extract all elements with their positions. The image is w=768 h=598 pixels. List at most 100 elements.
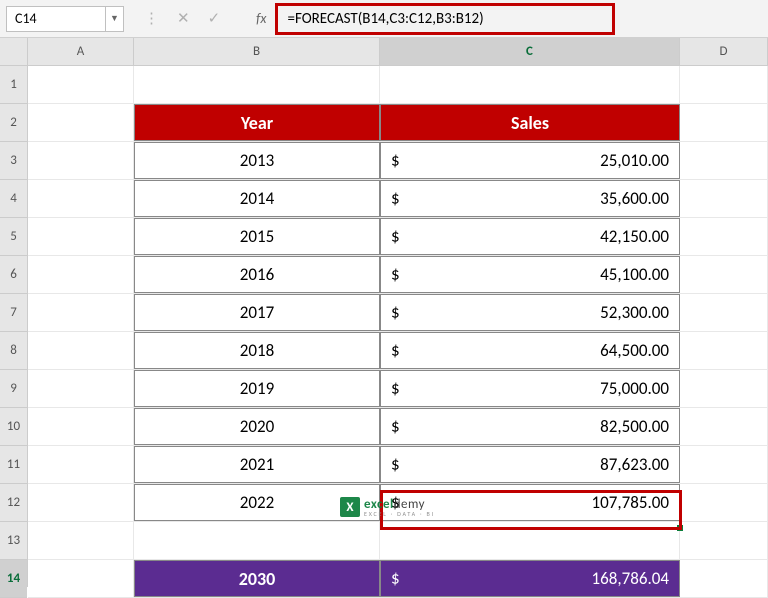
cancel-icon[interactable]: ✕: [177, 9, 190, 28]
cell-year[interactable]: 2018: [134, 332, 380, 369]
row-header-3[interactable]: 3: [0, 142, 27, 180]
cell-year[interactable]: 2014: [134, 180, 380, 217]
cell-sales[interactable]: $52,300.00: [380, 294, 680, 331]
row-5: 2015 $42,150.00: [28, 218, 768, 256]
cell-d6[interactable]: [680, 256, 768, 293]
cell-b1[interactable]: [134, 66, 380, 103]
cell-b13[interactable]: [134, 522, 380, 559]
row-8: 2018 $64,500.00: [28, 332, 768, 370]
cell-d12[interactable]: [680, 484, 768, 521]
col-header-c[interactable]: C: [380, 38, 680, 65]
cell-sales[interactable]: $87,623.00: [380, 446, 680, 483]
name-box-dropdown[interactable]: ▼: [106, 6, 124, 32]
cell-sales[interactable]: $25,010.00: [380, 142, 680, 179]
row-7: 2017 $52,300.00: [28, 294, 768, 332]
row-header-2[interactable]: 2: [0, 104, 27, 142]
cell-a1[interactable]: [28, 66, 134, 103]
currency-symbol: $: [391, 264, 400, 285]
cell-year[interactable]: 2013: [134, 142, 380, 179]
cell-c1[interactable]: [380, 66, 680, 103]
cell-sales[interactable]: $45,100.00: [380, 256, 680, 293]
cell-d14[interactable]: [680, 560, 768, 597]
cell-a10[interactable]: [28, 408, 134, 445]
cell-d5[interactable]: [680, 218, 768, 255]
cell-a9[interactable]: [28, 370, 134, 407]
cell-year[interactable]: 2020: [134, 408, 380, 445]
cell-a4[interactable]: [28, 180, 134, 217]
cell-year[interactable]: 2019: [134, 370, 380, 407]
cell-year[interactable]: 2017: [134, 294, 380, 331]
row-header-14[interactable]: 14: [0, 560, 27, 598]
cell-d3[interactable]: [680, 142, 768, 179]
cell-d13[interactable]: [680, 522, 768, 559]
col-header-d[interactable]: D: [680, 38, 768, 65]
cell-sales[interactable]: $75,000.00: [380, 370, 680, 407]
cell-a6[interactable]: [28, 256, 134, 293]
cell-d8[interactable]: [680, 332, 768, 369]
cell-a11[interactable]: [28, 446, 134, 483]
col-header-b[interactable]: B: [134, 38, 380, 65]
forecast-sales[interactable]: $168,786.04: [380, 560, 680, 597]
cell-a5[interactable]: [28, 218, 134, 255]
header-year[interactable]: Year: [134, 104, 380, 141]
column-headers: A B C D: [28, 38, 768, 66]
row-header-8[interactable]: 8: [0, 332, 27, 370]
currency-symbol: $: [391, 454, 400, 475]
cell-d7[interactable]: [680, 294, 768, 331]
amount-value: 64,500.00: [600, 340, 669, 361]
row-header-10[interactable]: 10: [0, 408, 27, 446]
currency-symbol: $: [391, 188, 400, 209]
row-header-1[interactable]: 1: [0, 66, 27, 104]
cell-year[interactable]: 2021: [134, 446, 380, 483]
spreadsheet-grid: 1 2 3 4 5 6 7 8 9 10 11 12 13 14 A B C D: [0, 38, 768, 587]
select-all-corner[interactable]: [0, 38, 27, 66]
amount-value: 25,010.00: [600, 150, 669, 171]
cell-sales[interactable]: $35,600.00: [380, 180, 680, 217]
cell-sales[interactable]: $107,785.00: [380, 484, 680, 521]
cell-d11[interactable]: [680, 446, 768, 483]
amount-value: 42,150.00: [600, 226, 669, 247]
col-header-a[interactable]: A: [28, 38, 134, 65]
row-header-4[interactable]: 4: [0, 180, 27, 218]
cell-d1[interactable]: [680, 66, 768, 103]
cell-a14[interactable]: [28, 560, 134, 597]
cell-c13[interactable]: [380, 522, 680, 559]
amount-value: 75,000.00: [600, 378, 669, 399]
formula-input[interactable]: =FORECAST(B14,C3:C12,B3:B12): [288, 10, 484, 28]
amount-value: 87,623.00: [600, 454, 669, 475]
cell-a12[interactable]: [28, 484, 134, 521]
row-12: 2022 $107,785.00: [28, 484, 768, 522]
row-header-6[interactable]: 6: [0, 256, 27, 294]
header-sales[interactable]: Sales: [380, 104, 680, 141]
cell-d4[interactable]: [680, 180, 768, 217]
row-9: 2019 $75,000.00: [28, 370, 768, 408]
row-header-12[interactable]: 12: [0, 484, 27, 522]
currency-symbol: $: [391, 150, 400, 171]
cell-d2[interactable]: [680, 104, 768, 141]
cell-year[interactable]: 2015: [134, 218, 380, 255]
row-header-7[interactable]: 7: [0, 294, 27, 332]
cell-sales[interactable]: $64,500.00: [380, 332, 680, 369]
cell-a13[interactable]: [28, 522, 134, 559]
amount-value: 35,600.00: [600, 188, 669, 209]
row-header-9[interactable]: 9: [0, 370, 27, 408]
fx-icon[interactable]: fx: [256, 10, 266, 27]
cell-d10[interactable]: [680, 408, 768, 445]
name-box[interactable]: C14: [6, 6, 106, 32]
cell-a3[interactable]: [28, 142, 134, 179]
amount-value: 45,100.00: [600, 264, 669, 285]
cell-year[interactable]: 2022: [134, 484, 380, 521]
cell-sales[interactable]: $82,500.00: [380, 408, 680, 445]
cell-a8[interactable]: [28, 332, 134, 369]
forecast-year[interactable]: 2030: [134, 560, 380, 597]
formula-bar-buttons: ⋮ ✕ ✓ fx: [144, 9, 267, 28]
cell-a2[interactable]: [28, 104, 134, 141]
cell-a7[interactable]: [28, 294, 134, 331]
cell-year[interactable]: 2016: [134, 256, 380, 293]
cell-sales[interactable]: $42,150.00: [380, 218, 680, 255]
cell-d9[interactable]: [680, 370, 768, 407]
row-header-5[interactable]: 5: [0, 218, 27, 256]
row-header-13[interactable]: 13: [0, 522, 27, 560]
accept-icon[interactable]: ✓: [208, 9, 221, 28]
row-header-11[interactable]: 11: [0, 446, 27, 484]
